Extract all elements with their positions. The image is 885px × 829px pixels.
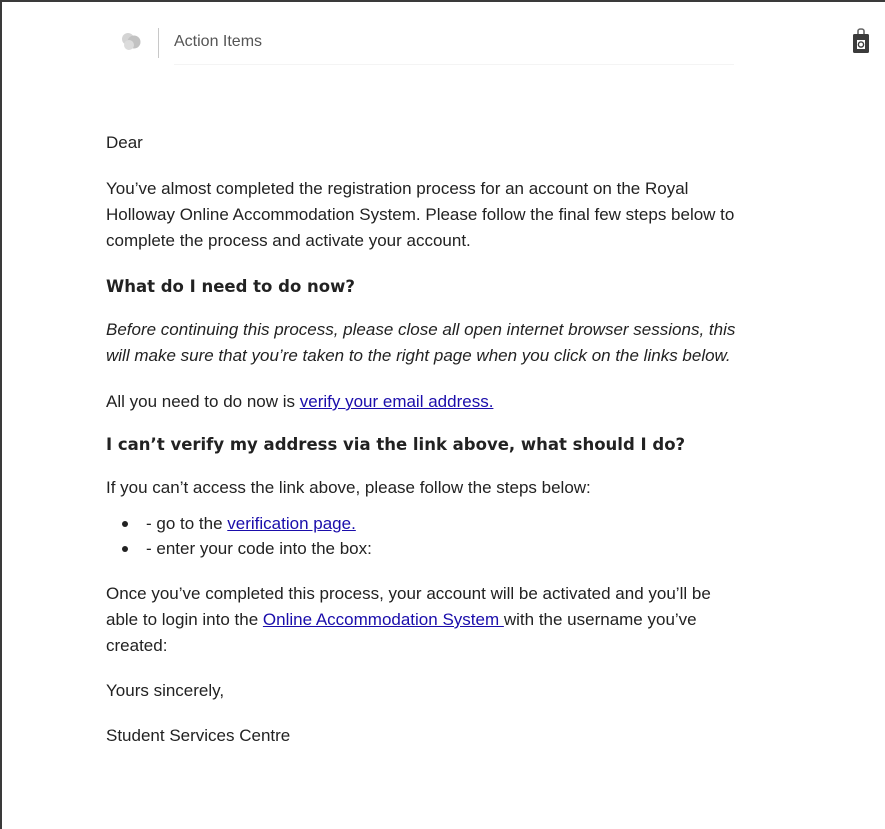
outro-line: created: <box>106 636 168 655</box>
outro-text: with the username you’ve <box>503 610 697 629</box>
outro-line: able to login into the Online Accommodat… <box>106 607 885 633</box>
email-window: Action Items Dear You’ve almost complete… <box>0 0 885 829</box>
section-heading-cant-verify: I can’t verify my address via the link a… <box>106 435 686 454</box>
header-underline <box>174 64 734 65</box>
email-body: Dear You’ve almost completed the registr… <box>106 130 885 749</box>
intro-paragraph: You’ve almost completed the registration… <box>106 176 885 254</box>
intro-line: complete the process and activate your a… <box>106 231 471 250</box>
bullet-icon <box>122 521 128 527</box>
step-text: - enter your code into the box: <box>146 539 372 558</box>
header-divider <box>158 28 159 58</box>
steps-intro-text: If you can’t access the link above, plea… <box>106 478 591 497</box>
warning-line: Before continuing this process, please c… <box>106 320 736 339</box>
signature-text: Student Services Centre <box>106 726 291 745</box>
verify-email-link[interactable]: verify your email address. <box>300 392 494 411</box>
verification-page-link[interactable]: verification page. <box>227 514 356 533</box>
outro-line: Once you’ve completed this process, your… <box>106 584 711 603</box>
list-item: - go to the verification page. <box>106 511 885 536</box>
step-text: - go to the <box>146 514 228 533</box>
bullet-icon <box>122 546 128 552</box>
warning-line: will make sure that you’re taken to the … <box>106 346 731 365</box>
app-logo-icon[interactable] <box>120 30 142 52</box>
header-title: Action Items <box>174 33 263 50</box>
email-header: Action Items <box>2 2 885 82</box>
browser-warning-paragraph: Before continuing this process, please c… <box>106 317 885 369</box>
outro-paragraph: Once you’ve completed this process, your… <box>106 581 885 659</box>
signoff-text: Yours sincerely, <box>106 681 225 700</box>
section-heading-what-to-do: What do I need to do now? <box>106 277 355 296</box>
verify-instruction: All you need to do now is verify your em… <box>106 389 885 415</box>
list-item: - enter your code into the box: <box>106 536 885 561</box>
outro-text: able to login into the <box>106 610 263 629</box>
verify-instruction-text: All you need to do now is <box>106 392 300 411</box>
office-bag-icon[interactable] <box>850 28 872 54</box>
steps-list: - go to the verification page. - enter y… <box>106 511 885 561</box>
greeting-text: Dear <box>106 133 143 152</box>
intro-line: You’ve almost completed the registration… <box>106 179 689 198</box>
online-accommodation-system-link[interactable]: Online Accommodation System <box>263 610 504 629</box>
intro-line: Holloway Online Accommodation System. Pl… <box>106 205 735 224</box>
